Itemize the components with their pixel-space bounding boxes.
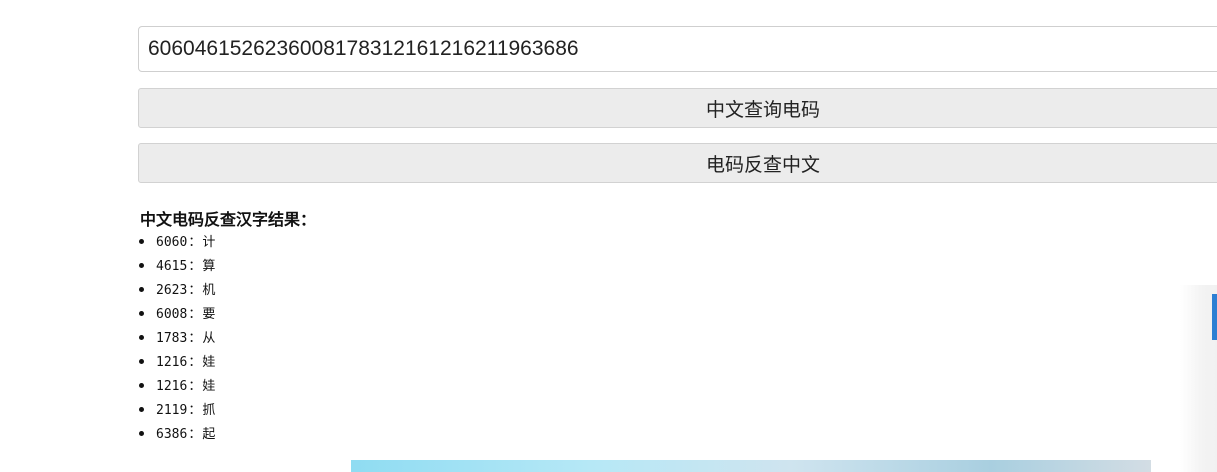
code-input-container bbox=[138, 26, 1217, 72]
side-accent-tab[interactable] bbox=[1212, 294, 1217, 340]
bullet-icon bbox=[139, 383, 144, 388]
result-item: 2623：机 bbox=[138, 280, 215, 304]
result-char: 计 bbox=[202, 235, 216, 250]
result-separator: ： bbox=[188, 355, 202, 370]
bullet-icon bbox=[139, 359, 144, 364]
result-item: 2119：抓 bbox=[138, 400, 215, 424]
bullet-icon bbox=[139, 263, 144, 268]
result-code: 4615 bbox=[156, 259, 188, 274]
result-char: 算 bbox=[202, 259, 216, 274]
bullet-icon bbox=[139, 311, 144, 316]
result-code: 6060 bbox=[156, 235, 188, 250]
result-separator: ： bbox=[188, 331, 202, 346]
result-separator: ： bbox=[188, 403, 202, 418]
result-item: 1216：娃 bbox=[138, 352, 215, 376]
bullet-icon bbox=[139, 239, 144, 244]
result-code: 1216 bbox=[156, 355, 188, 370]
result-code: 2623 bbox=[156, 283, 188, 298]
result-char: 机 bbox=[202, 283, 216, 298]
result-code: 1216 bbox=[156, 379, 188, 394]
result-item: 6008：要 bbox=[138, 304, 215, 328]
result-code: 2119 bbox=[156, 403, 188, 418]
chinese-to-code-button[interactable]: 中文查询电码 bbox=[138, 88, 1217, 128]
bullet-icon bbox=[139, 431, 144, 436]
bullet-icon bbox=[139, 335, 144, 340]
result-char: 从 bbox=[202, 331, 216, 346]
result-char: 抓 bbox=[202, 403, 216, 418]
result-item: 1783：从 bbox=[138, 328, 215, 352]
banner-image bbox=[351, 460, 1151, 472]
result-code: 6008 bbox=[156, 307, 188, 322]
result-separator: ： bbox=[188, 259, 202, 274]
result-item: 1216：娃 bbox=[138, 376, 215, 400]
result-char: 起 bbox=[202, 427, 216, 442]
result-code: 1783 bbox=[156, 331, 188, 346]
result-item: 4615：算 bbox=[138, 256, 215, 280]
result-separator: ： bbox=[188, 283, 202, 298]
result-separator: ： bbox=[188, 307, 202, 322]
result-char: 娃 bbox=[202, 355, 216, 370]
result-char: 娃 bbox=[202, 379, 216, 394]
code-input[interactable] bbox=[139, 27, 1217, 71]
result-char: 要 bbox=[202, 307, 216, 322]
result-separator: ： bbox=[188, 379, 202, 394]
result-separator: ： bbox=[188, 427, 202, 442]
bullet-icon bbox=[139, 407, 144, 412]
result-code: 6386 bbox=[156, 427, 188, 442]
result-title: 中文电码反查汉字结果： bbox=[140, 210, 317, 229]
code-to-chinese-button[interactable]: 电码反查中文 bbox=[138, 143, 1217, 183]
result-separator: ： bbox=[188, 235, 202, 250]
result-item: 6060：计 bbox=[138, 232, 215, 256]
bullet-icon bbox=[139, 287, 144, 292]
result-list: 6060：计 4615：算 2623：机 6008：要 1783：从 1216：… bbox=[138, 232, 215, 448]
result-item: 6386：起 bbox=[138, 424, 215, 448]
